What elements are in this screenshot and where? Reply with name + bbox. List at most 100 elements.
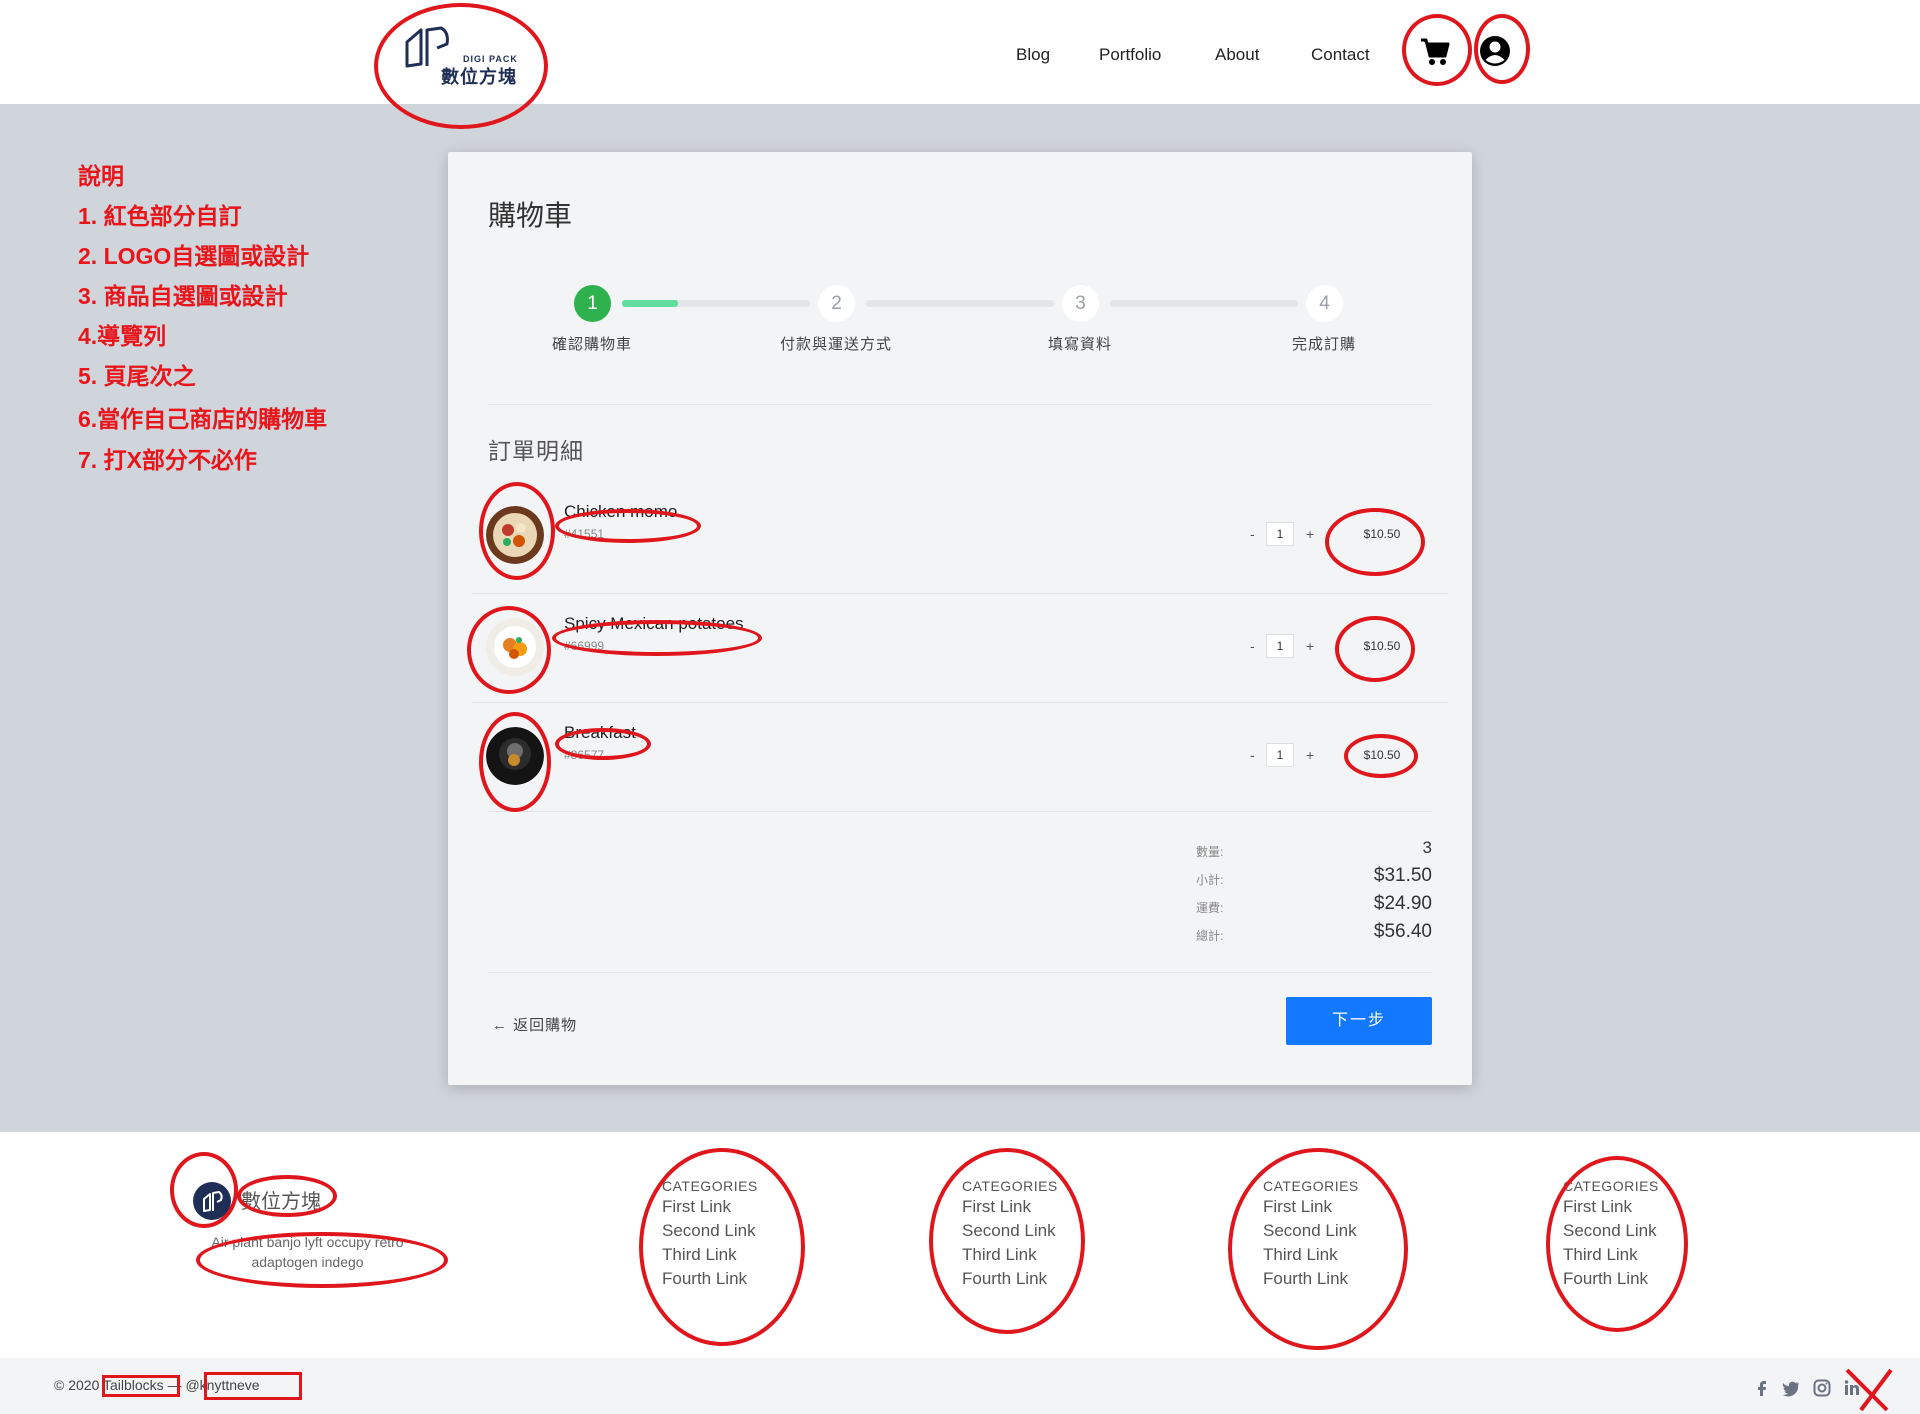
instagram-icon[interactable] [1812, 1378, 1832, 1398]
step-3-circle[interactable]: 3 [1062, 285, 1099, 322]
footer-link[interactable]: First Link [1563, 1196, 1659, 1218]
step-track [866, 300, 1054, 307]
item-price: $10.50 [1363, 639, 1401, 653]
spicy-mexican-potatoes-image [486, 618, 544, 676]
footer-column-title: CATEGORIES [662, 1178, 758, 1194]
item-code: #41551 [564, 527, 605, 541]
qty-input[interactable]: 1 [1266, 743, 1294, 767]
chicken-momo-image [486, 506, 544, 564]
item-price: $10.50 [1363, 748, 1401, 762]
back-to-shop-link[interactable]: ← 返回購物 [492, 1014, 577, 1035]
footer-column-title: CATEGORIES [1263, 1178, 1359, 1194]
step-progress [622, 300, 678, 307]
step-3-label: 填寫資料 [1047, 336, 1112, 353]
footer-column-title: CATEGORIES [962, 1178, 1058, 1194]
cart-icon[interactable] [1418, 34, 1452, 68]
note-item: 1. 紅色部分自訂 [78, 203, 242, 229]
note-item: 5. 頁尾次之 [78, 363, 196, 389]
summary-total-label: 總計: [1196, 929, 1224, 943]
step-1-label: 確認購物車 [551, 336, 632, 353]
copyright-text: © 2020 Tailblocks — @knyttneve [54, 1377, 260, 1393]
footer-link[interactable]: Third Link [962, 1244, 1058, 1266]
footer-link[interactable]: Second Link [662, 1220, 758, 1242]
footer-link[interactable]: Fourth Link [1263, 1268, 1359, 1290]
footer-link[interactable]: First Link [662, 1196, 758, 1218]
summary-subtotal-value: $31.50 [1373, 865, 1432, 886]
cart-item: Spicy Mexican potatoes #66999 - 1 + $10.… [472, 594, 1448, 702]
footer-link[interactable]: Second Link [1263, 1220, 1359, 1242]
qty-increase-button[interactable]: + [1306, 747, 1314, 763]
footer-link[interactable]: Third Link [662, 1244, 758, 1266]
logo-mark-icon [203, 1191, 223, 1212]
footer-link[interactable]: Fourth Link [662, 1268, 758, 1290]
checkout-steps: 1 2 3 4 確認購物車 付款與運送方式 填寫資料 完成訂購 [448, 152, 1472, 353]
divider [488, 811, 1432, 812]
qty-input[interactable]: 1 [1266, 634, 1294, 658]
qty-increase-button[interactable]: + [1306, 638, 1314, 654]
nav-portfolio[interactable]: Portfolio [1099, 45, 1161, 65]
footer-link[interactable]: Second Link [1563, 1220, 1659, 1242]
user-icon[interactable] [1478, 34, 1512, 68]
step-1-circle[interactable]: 1 [574, 285, 611, 322]
step-track [1110, 300, 1298, 307]
summary-qty-label: 數量: [1196, 845, 1224, 859]
site-header: DIGI PACK 數位方塊 Blog Portfolio About Cont… [0, 0, 1920, 104]
order-details-title: 訂單明細 [488, 438, 584, 464]
facebook-icon[interactable] [1752, 1378, 1772, 1398]
note-item: 7. 打X部分不必作 [78, 447, 257, 473]
qty-decrease-button[interactable]: - [1250, 638, 1255, 654]
summary-shipping-label: 運費: [1196, 901, 1224, 915]
next-step-button[interactable]: 下一步 [1286, 997, 1432, 1045]
step-4-circle[interactable]: 4 [1306, 285, 1343, 322]
qty-increase-button[interactable]: + [1306, 526, 1314, 542]
notes-title: 說明 [78, 163, 124, 189]
qty-decrease-button[interactable]: - [1250, 526, 1255, 542]
footer-link[interactable]: Second Link [962, 1220, 1058, 1242]
footer-link[interactable]: Third Link [1263, 1244, 1359, 1266]
item-code: #86577 [564, 748, 605, 762]
item-code: #66999 [564, 639, 605, 653]
item-name: Spicy Mexican potatoes [564, 614, 744, 633]
step-2-label: 付款與運送方式 [779, 336, 892, 353]
divider [488, 972, 1432, 973]
qty-input[interactable]: 1 [1266, 522, 1294, 546]
item-name: Breakfast [564, 723, 636, 742]
footer-link[interactable]: First Link [1263, 1196, 1359, 1218]
step-2-circle[interactable]: 2 [818, 285, 855, 322]
cart-item: Chicken momo #41551 - 1 + $10.50 [472, 482, 1448, 590]
nav-blog[interactable]: Blog [1016, 45, 1050, 65]
linkedin-icon[interactable] [1842, 1378, 1862, 1398]
divider [488, 404, 1432, 405]
cart-item: Breakfast #86577 - 1 + $10.50 [472, 703, 1448, 811]
summary-total-value: $56.40 [1373, 921, 1432, 942]
footer-column: CATEGORIES First Link Second Link Third … [1563, 1178, 1659, 1290]
note-item: 2. LOGO自選圖或設計 [78, 243, 310, 269]
footer-column: CATEGORIES First Link Second Link Third … [1263, 1178, 1359, 1290]
step-4-label: 完成訂購 [1291, 336, 1356, 353]
summary-subtotal-label: 小計: [1196, 873, 1224, 887]
footer-column: CATEGORIES First Link Second Link Third … [662, 1178, 758, 1290]
note-item: 3. 商品自選圖或設計 [78, 283, 288, 309]
nav-about[interactable]: About [1215, 45, 1259, 65]
footer-link[interactable]: First Link [962, 1196, 1058, 1218]
logo-text-zh: 數位方塊 [441, 67, 517, 87]
footer-link[interactable]: Third Link [1563, 1244, 1659, 1266]
footer-logo-icon[interactable] [193, 1182, 231, 1220]
item-name: Chicken momo [564, 502, 678, 521]
summary-qty-value: 3 [1422, 838, 1432, 857]
footer-bottom-bar [0, 1358, 1920, 1414]
breakfast-image [486, 727, 544, 785]
qty-decrease-button[interactable]: - [1250, 747, 1255, 763]
note-item: 6.當作自己商店的購物車 [78, 406, 328, 432]
nav-contact[interactable]: Contact [1311, 45, 1370, 65]
footer-brand: 數位方塊 [241, 1191, 321, 1213]
cart-card: 購物車 1 2 3 4 確認購物車 付款與運送方式 填寫資料 完成訂購 訂單明細… [448, 152, 1472, 1085]
note-item: 4.導覽列 [78, 323, 167, 349]
footer-column-title: CATEGORIES [1563, 1178, 1659, 1194]
footer-link[interactable]: Fourth Link [1563, 1268, 1659, 1290]
footer-link[interactable]: Fourth Link [962, 1268, 1058, 1290]
site-logo[interactable]: DIGI PACK 數位方塊 [403, 20, 523, 90]
twitter-icon[interactable] [1781, 1378, 1801, 1398]
item-price: $10.50 [1363, 527, 1401, 541]
footer-description: Air plant banjo lyft occupy retro adapto… [211, 1234, 404, 1270]
